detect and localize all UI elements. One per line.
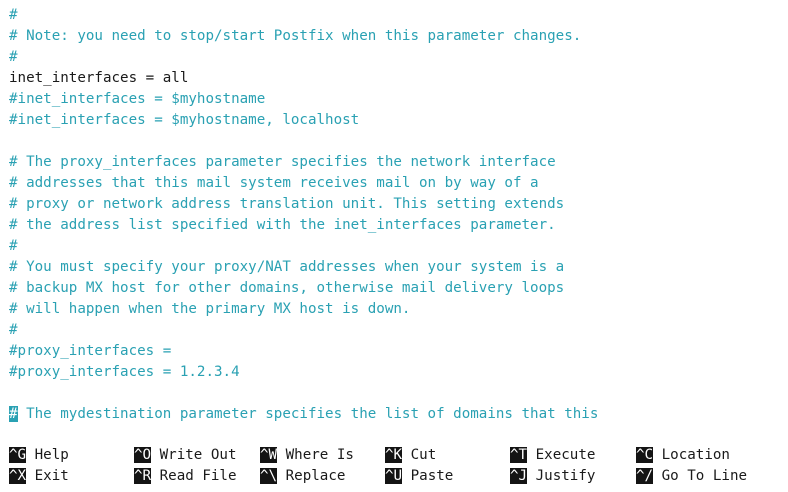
shortcut-label: Write Out [159, 447, 237, 463]
shortcut-label: Where Is [285, 447, 354, 463]
editor-text-area[interactable]: # # Note: you need to stop/start Postfix… [9, 5, 788, 425]
shortcut-key: ^\ [260, 468, 278, 484]
editor-line-blank [9, 383, 788, 404]
editor-line: #inet_interfaces = $myhostname, localhos… [9, 112, 360, 128]
shortcut-key: ^C [636, 447, 654, 463]
editor-line: # The proxy_interfaces parameter specifi… [9, 154, 556, 170]
shortcut-label: Exit [34, 468, 69, 484]
shortcut-row: ^X Exit ^R Read File ^\ Replace ^U Paste… [9, 466, 788, 487]
shortcut-key: ^R [134, 468, 152, 484]
editor-line: # You must specify your proxy/NAT addres… [9, 259, 565, 275]
editor-line: # addresses that this mail system receiv… [9, 175, 539, 191]
shortcut-label: Paste [410, 468, 454, 484]
editor-line: # proxy or network address translation u… [9, 196, 565, 212]
editor-line: # [9, 49, 18, 65]
shortcut-exit[interactable]: ^X Exit [9, 466, 69, 487]
shortcut-label: Replace [285, 468, 346, 484]
editor-line: # [9, 7, 18, 23]
shortcut-row: ^G Help ^O Write Out ^W Where Is ^K Cut … [9, 445, 788, 466]
shortcut-label: Location [661, 447, 730, 463]
text-cursor: # [9, 406, 18, 422]
shortcut-key: ^O [134, 447, 152, 463]
shortcut-key: ^T [510, 447, 528, 463]
editor-line: #proxy_interfaces = 1.2.3.4 [9, 364, 240, 380]
shortcut-label: Cut [410, 447, 437, 463]
shortcut-cut[interactable]: ^K Cut [385, 445, 436, 466]
shortcut-where-is[interactable]: ^W Where Is [260, 445, 354, 466]
editor-line: # will happen when the primary MX host i… [9, 301, 411, 317]
shortcut-label: Help [34, 447, 69, 463]
editor-line: # [9, 238, 18, 254]
shortcut-read-file[interactable]: ^R Read File [134, 466, 237, 487]
shortcut-label: Go To Line [661, 468, 748, 484]
shortcut-label: Read File [159, 468, 237, 484]
shortcut-paste[interactable]: ^U Paste [385, 466, 453, 487]
editor-cursor-line: # The mydestination parameter specifies … [9, 404, 788, 425]
shortcut-key: ^G [9, 447, 27, 463]
shortcut-justify[interactable]: ^J Justify [510, 466, 595, 487]
shortcut-key: ^U [385, 468, 403, 484]
shortcut-replace[interactable]: ^\ Replace [260, 466, 345, 487]
shortcut-go-to-line[interactable]: ^/ Go To Line [636, 466, 747, 487]
shortcut-label: Justify [535, 468, 596, 484]
shortcut-write-out[interactable]: ^O Write Out [134, 445, 237, 466]
editor-line: inet_interfaces = all [9, 70, 189, 86]
editor-line: # backup MX host for other domains, othe… [9, 280, 565, 296]
editor-line: #proxy_interfaces = [9, 343, 172, 359]
editor-line: #inet_interfaces = $myhostname [9, 91, 266, 107]
editor-line: # [9, 322, 18, 338]
shortcut-bar: ^G Help ^O Write Out ^W Where Is ^K Cut … [9, 445, 788, 487]
editor-line: # Note: you need to stop/start Postfix w… [9, 28, 582, 44]
editor-line: # the address list specified with the in… [9, 217, 556, 233]
shortcut-key: ^W [260, 447, 278, 463]
shortcut-label: Execute [535, 447, 596, 463]
shortcut-help[interactable]: ^G Help [9, 445, 69, 466]
shortcut-key: ^/ [636, 468, 654, 484]
shortcut-key: ^K [385, 447, 403, 463]
cursor-line-text: The mydestination parameter specifies th… [17, 406, 599, 422]
shortcut-location[interactable]: ^C Location [636, 445, 730, 466]
shortcut-execute[interactable]: ^T Execute [510, 445, 595, 466]
shortcut-key: ^J [510, 468, 528, 484]
editor-line-blank [9, 131, 788, 152]
shortcut-key: ^X [9, 468, 27, 484]
